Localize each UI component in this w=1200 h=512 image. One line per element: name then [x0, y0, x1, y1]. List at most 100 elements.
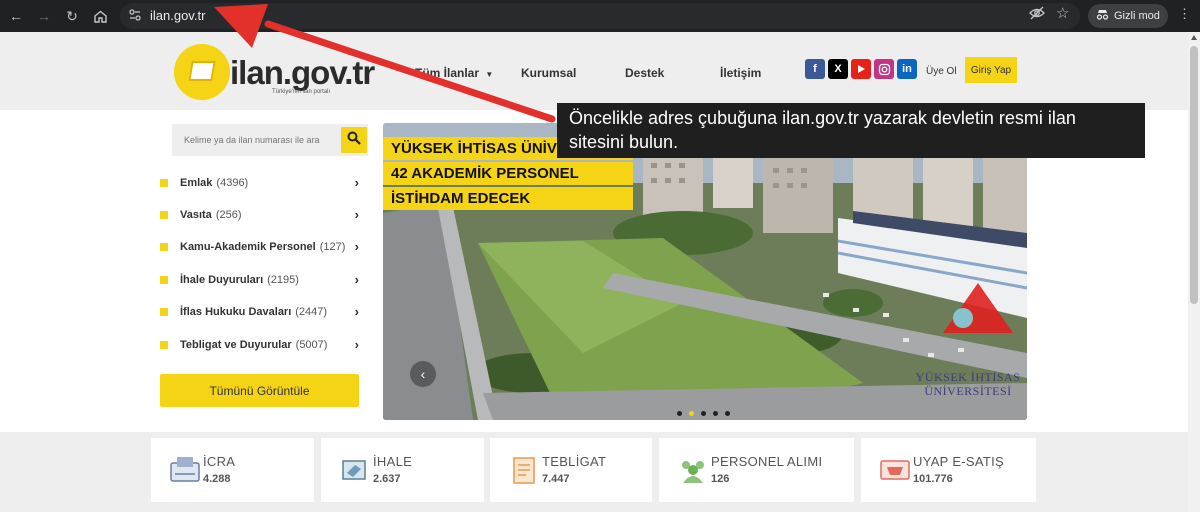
banner-caption-line: İSTİHDAM EDECEK [383, 187, 634, 210]
category-label: Emlak [180, 177, 213, 189]
banner-watermark: YÜKSEK İHTİSAS ÜNİVERSİTESİ [908, 370, 1027, 398]
bullet-icon [160, 341, 168, 349]
bullet-icon [160, 211, 168, 219]
bookmark-star-icon[interactable]: ☆ [1056, 4, 1069, 22]
stat-card-ihale[interactable]: İHALE 2.637 [321, 438, 484, 502]
chevron-right-icon: › [354, 239, 359, 254]
instruction-callout: Öncelikle adres çubuğuna ilan.gov.tr yaz… [557, 103, 1145, 158]
scroll-up-icon[interactable] [1191, 35, 1197, 40]
search-box [172, 124, 368, 156]
register-link[interactable]: Üye Ol [926, 66, 957, 77]
stat-title: İHALE [373, 454, 413, 469]
youtube-icon[interactable] [851, 59, 871, 79]
bullet-icon [160, 243, 168, 251]
home-icon[interactable] [90, 6, 110, 26]
scrollbar-thumb[interactable] [1190, 46, 1198, 304]
carousel-prev-icon[interactable]: ‹ [410, 361, 436, 387]
forward-icon[interactable]: → [34, 6, 54, 26]
banner-carousel[interactable]: YÜKSEK İHTİSAS ÜNİVERSİTESİ 42 AKADEMİK … [383, 123, 1027, 420]
stat-value: 4.288 [203, 473, 231, 485]
stat-card-uyap[interactable]: UYAP E-SATIŞ 101.776 [861, 438, 1036, 502]
caret-down-icon: ▼ [485, 70, 494, 79]
carousel-dot-active[interactable] [689, 411, 694, 416]
category-item[interactable]: İflas Hukuku Davaları (2447) › [160, 301, 365, 323]
stat-title: İCRA [203, 454, 236, 469]
category-item[interactable]: Emlak (4396) › [160, 172, 365, 194]
category-count: (127) [319, 241, 346, 253]
nav-kurumsal[interactable]: Kurumsal [521, 66, 576, 80]
category-item[interactable]: Tebligat ve Duyurular (5007) › [160, 334, 365, 356]
stat-value: 2.637 [373, 473, 401, 485]
eye-off-icon[interactable] [1029, 6, 1045, 23]
incognito-icon [1096, 9, 1109, 23]
stat-title: PERSONEL ALIMI [711, 454, 823, 469]
logo-subtitle: Türkiye'nin ilan portalı [272, 89, 331, 95]
stat-title: TEBLİGAT [542, 454, 607, 469]
banner-caption-line: 42 AKADEMİK PERSONEL [383, 162, 634, 185]
category-count: (2447) [295, 306, 328, 318]
category-count: (5007) [295, 339, 328, 351]
search-icon [347, 131, 361, 150]
url-text[interactable]: ilan.gov.tr [150, 8, 205, 23]
carousel-dot[interactable] [713, 411, 718, 416]
stat-card-tebligat[interactable]: TEBLİGAT 7.447 [490, 438, 652, 502]
instagram-icon[interactable] [874, 59, 894, 79]
search-button[interactable] [341, 127, 367, 153]
chevron-right-icon: › [354, 175, 359, 190]
category-label: Kamu-Akademik Personel [180, 241, 316, 253]
category-label: İhale Duyuruları [180, 274, 264, 286]
category-item[interactable]: İhale Duyuruları (2195) › [160, 269, 365, 291]
linkedin-icon[interactable]: in [897, 59, 917, 79]
stat-card-personel[interactable]: PERSONEL ALIMI 126 [659, 438, 854, 502]
bullet-icon [160, 308, 168, 316]
address-bar[interactable]: ilan.gov.tr [120, 3, 1080, 29]
ihale-icon [339, 455, 371, 485]
nav-iletisim[interactable]: İletişim [720, 66, 761, 80]
chevron-right-icon: › [354, 337, 359, 352]
category-item[interactable]: Vasıta (256) › [160, 204, 365, 226]
back-icon[interactable]: ← [6, 6, 26, 26]
category-label: İflas Hukuku Davaları [180, 306, 292, 318]
page-scrollbar[interactable] [1188, 32, 1200, 512]
category-item[interactable]: Kamu-Akademik Personel (127) › [160, 236, 365, 258]
stat-title: UYAP E-SATIŞ [913, 454, 1005, 469]
nav-all-listings[interactable]: Tüm İlanlar ▼ [415, 66, 493, 80]
bullet-icon [160, 276, 168, 284]
category-count: (2195) [267, 274, 299, 286]
main-content: Emlak (4396) › Vasıta (256) › Kamu-Akade… [0, 110, 1188, 432]
search-input[interactable] [172, 124, 340, 156]
personel-icon [677, 455, 709, 485]
site-info-icon[interactable] [128, 8, 144, 24]
incognito-label: Gizli mod [1114, 10, 1160, 22]
view-all-button[interactable]: Tümünü Görüntüle [160, 374, 359, 407]
nav-destek[interactable]: Destek [625, 66, 664, 80]
category-label: Tebligat ve Duyurular [180, 339, 292, 351]
bullet-icon [160, 179, 168, 187]
x-icon[interactable]: X [828, 59, 848, 79]
stat-value: 7.447 [542, 473, 570, 485]
facebook-icon[interactable]: f [805, 59, 825, 79]
site-logo[interactable]: ilan.gov.tr [230, 54, 375, 92]
chevron-right-icon: › [354, 272, 359, 287]
reload-icon[interactable]: ↻ [62, 6, 82, 26]
category-count: (256) [215, 209, 242, 221]
stat-value: 126 [711, 473, 730, 485]
nav-label: Tüm İlanlar [415, 66, 480, 80]
incognito-badge[interactable]: Gizli mod [1088, 4, 1168, 28]
stats-band: İCRA 4.288 İHALE 2.637 TEBLİGAT 7.447 PE… [0, 432, 1188, 512]
chevron-right-icon: › [354, 304, 359, 319]
login-button[interactable]: Giriş Yap [965, 57, 1017, 83]
tebligat-icon [508, 455, 540, 485]
category-count: (4396) [216, 177, 249, 189]
watermark-line: YÜKSEK İHTİSAS [915, 370, 1021, 384]
menu-dots-icon[interactable]: ⋮ [1178, 6, 1191, 22]
carousel-dot[interactable] [701, 411, 706, 416]
carousel-dot[interactable] [677, 411, 682, 416]
carousel-dot[interactable] [725, 411, 730, 416]
watermark-line: ÜNİVERSİTESİ [924, 384, 1012, 398]
browser-toolbar: ← → ↻ ilan.gov.tr ☆ Gizli mod ⋮ [0, 0, 1200, 32]
chevron-right-icon: › [354, 207, 359, 222]
stat-card-icra[interactable]: İCRA 4.288 [151, 438, 314, 502]
logo-icon[interactable] [174, 44, 230, 100]
stat-value: 101.776 [913, 473, 953, 485]
